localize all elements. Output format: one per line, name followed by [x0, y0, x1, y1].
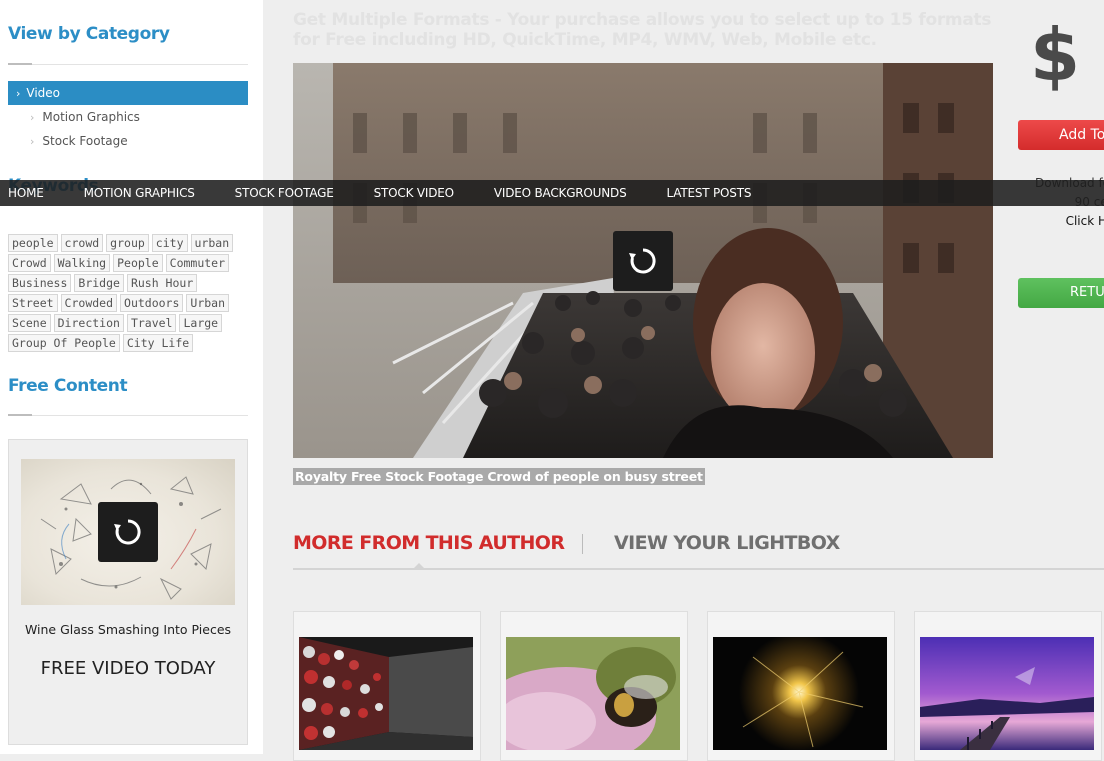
- category-rule: [8, 63, 248, 65]
- author-tabs: MORE FROM THIS AUTHOR VIEW YOUR LIGHTBOX: [293, 530, 1104, 572]
- nav-motion-graphics[interactable]: MOTION GRAPHICS: [84, 186, 195, 200]
- free-content-heading: Free Content: [8, 376, 128, 396]
- keyword-tag[interactable]: People: [113, 254, 163, 272]
- category-item-motion-graphics[interactable]: › Motion Graphics: [30, 110, 140, 124]
- related-video-thumbnail[interactable]: [713, 637, 887, 750]
- related-video-card[interactable]: [500, 611, 688, 761]
- related-video-thumbnail[interactable]: [299, 637, 473, 750]
- keyword-tag[interactable]: Business: [8, 274, 72, 292]
- video-caption: Royalty Free Stock Footage Crowd of peop…: [293, 468, 705, 485]
- category-item-video[interactable]: › Video: [8, 81, 248, 105]
- keyword-tag[interactable]: Outdoors: [120, 294, 184, 312]
- free-content-rule: [8, 414, 248, 416]
- related-video-card[interactable]: [914, 611, 1102, 761]
- keyword-tag[interactable]: Walking: [53, 254, 111, 272]
- nav-stock-video[interactable]: STOCK VIDEO: [374, 186, 454, 200]
- keyword-tag[interactable]: group: [106, 234, 149, 252]
- keyword-tag[interactable]: Bridge: [74, 274, 124, 292]
- price-currency-symbol: $: [1030, 13, 1081, 97]
- related-video-thumbnail[interactable]: [506, 637, 680, 750]
- replay-button[interactable]: [98, 502, 158, 562]
- keyword-tag[interactable]: Travel: [126, 314, 177, 332]
- tab-indicator: [413, 563, 425, 569]
- sidebar: View by Category › Video › Motion Graphics…: [0, 0, 263, 754]
- related-video-card[interactable]: [707, 611, 895, 761]
- tab-more-from-author[interactable]: MORE FROM THIS AUTHOR: [293, 532, 565, 554]
- tab-separator: [582, 534, 583, 554]
- nav-home[interactable]: HOME: [8, 186, 44, 200]
- keyword-tag-list: people crowd group city urban Crowd Walk…: [8, 234, 248, 352]
- keyword-tag[interactable]: crowd: [60, 234, 104, 252]
- video-player[interactable]: [293, 63, 993, 458]
- keyword-tag[interactable]: Rush Hour: [126, 274, 198, 292]
- keyword-tag[interactable]: Large: [179, 314, 223, 332]
- chevron-right-icon: ›: [30, 135, 35, 148]
- nav-video-backgrounds[interactable]: VIDEO BACKGROUNDS: [494, 186, 627, 200]
- keyword-tag[interactable]: Urban: [186, 294, 230, 312]
- keyword-tag[interactable]: Scene: [8, 314, 51, 332]
- keyword-tag[interactable]: City Life: [122, 334, 194, 352]
- add-to-cart-button[interactable]: Add To: [1018, 120, 1104, 150]
- keyword-tag[interactable]: city: [151, 234, 188, 252]
- return-button[interactable]: RETU: [1018, 278, 1104, 308]
- keyword-tag[interactable]: Group Of People: [8, 334, 120, 352]
- related-video-thumbnail[interactable]: [920, 637, 1094, 750]
- free-content-card[interactable]: Wine Glass Smashing Into Pieces FREE VID…: [8, 439, 248, 745]
- chevron-right-icon: ›: [30, 111, 35, 124]
- related-video-card[interactable]: [293, 611, 481, 761]
- keyword-tag[interactable]: Crowd: [8, 254, 51, 272]
- free-video-title[interactable]: Wine Glass Smashing Into Pieces: [9, 622, 247, 637]
- bee-flower-image: [506, 637, 680, 750]
- main-navigation: HOME MOTION GRAPHICS STOCK FOOTAGE STOCK…: [0, 180, 1104, 206]
- chevron-right-icon: ›: [16, 87, 21, 100]
- free-video-subtitle: FREE VIDEO TODAY: [40, 658, 216, 679]
- category-label: Stock Footage: [42, 134, 128, 148]
- keyword-tag[interactable]: Commuter: [165, 254, 230, 272]
- keyword-tag[interactable]: people: [8, 234, 58, 252]
- keyword-tag[interactable]: urban: [190, 234, 234, 252]
- click-here-link[interactable]: Click He: [1020, 212, 1104, 231]
- keyword-tag[interactable]: Street: [8, 294, 58, 312]
- replay-icon: [629, 248, 656, 274]
- category-label: Video: [26, 86, 61, 100]
- category-heading: View by Category: [8, 24, 170, 44]
- nav-stock-footage[interactable]: STOCK FOOTAGE: [235, 186, 334, 200]
- nav-latest-posts[interactable]: LATEST POSTS: [667, 186, 752, 200]
- category-label: Motion Graphics: [42, 110, 140, 124]
- replay-icon: [114, 519, 141, 545]
- light-burst-image: [713, 637, 887, 750]
- keyword-tag[interactable]: Direction: [53, 314, 124, 332]
- spheres-wall-image: [299, 637, 473, 750]
- pier-sunset-image: [920, 637, 1094, 750]
- category-item-stock-footage[interactable]: › Stock Footage: [30, 134, 128, 148]
- formats-promo-text: Get Multiple Formats - Your purchase all…: [293, 10, 992, 50]
- free-video-thumbnail[interactable]: [21, 459, 235, 605]
- tab-view-lightbox[interactable]: VIEW YOUR LIGHTBOX: [614, 532, 840, 554]
- keyword-tag[interactable]: Crowded: [60, 294, 118, 312]
- video-replay-button[interactable]: [613, 231, 673, 291]
